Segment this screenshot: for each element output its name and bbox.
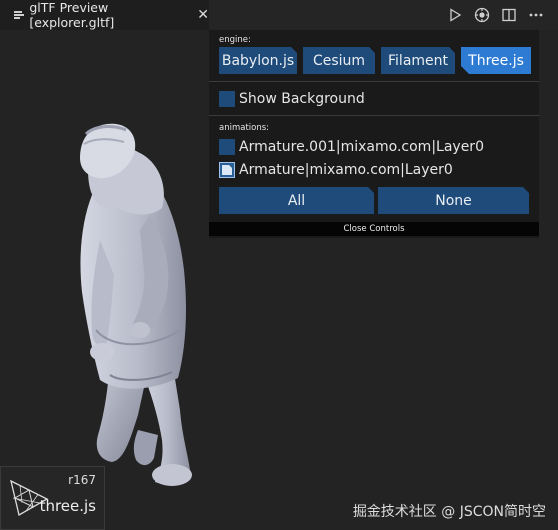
- controls-panel: engine: Babylon.js Cesium Filament Three…: [209, 30, 539, 238]
- play-icon[interactable]: [447, 7, 463, 23]
- tab-gltf-preview[interactable]: glTF Preview [explorer.gltf] ✕: [0, 0, 209, 30]
- animation-item[interactable]: Armature|mixamo.com|Layer0: [219, 162, 453, 178]
- preview-file-icon: [14, 10, 24, 20]
- animation-checkbox[interactable]: [219, 139, 235, 155]
- engine-selector: Babylon.js Cesium Filament Three.js: [219, 47, 531, 74]
- show-background-checkbox[interactable]: [219, 91, 235, 107]
- divider: [209, 81, 539, 82]
- threejs-label: three.js: [39, 497, 96, 515]
- engine-cesium-button[interactable]: Cesium: [303, 47, 375, 74]
- debug-icon[interactable]: [474, 7, 490, 23]
- show-background-toggle[interactable]: Show Background: [219, 91, 365, 107]
- model-viewport[interactable]: engine: Babylon.js Cesium Filament Three…: [0, 30, 558, 530]
- engine-babylon-button[interactable]: Babylon.js: [219, 47, 297, 74]
- engine-filament-button[interactable]: Filament: [381, 47, 455, 74]
- engine-threejs-button[interactable]: Three.js: [461, 47, 531, 74]
- animation-item[interactable]: Armature.001|mixamo.com|Layer0: [219, 139, 484, 155]
- version-label: r167: [68, 473, 96, 487]
- animations-label: animations:: [219, 123, 270, 133]
- animation-label: Armature.001|mixamo.com|Layer0: [239, 139, 484, 155]
- animation-checkbox[interactable]: [219, 162, 235, 178]
- close-icon[interactable]: ✕: [197, 7, 209, 23]
- divider: [209, 115, 539, 116]
- engine-label: engine:: [219, 35, 251, 45]
- show-background-label: Show Background: [239, 91, 365, 107]
- more-icon[interactable]: [528, 7, 544, 23]
- close-controls-button[interactable]: Close Controls: [209, 222, 539, 236]
- tab-title: glTF Preview [explorer.gltf]: [29, 0, 115, 30]
- no-animations-button[interactable]: None: [378, 187, 529, 214]
- animation-label: Armature|mixamo.com|Layer0: [239, 162, 453, 178]
- watermark: 掘金技术社区 @ JSCON简时空: [352, 504, 546, 520]
- all-animations-button[interactable]: All: [219, 187, 374, 214]
- editor-tab-bar: glTF Preview [explorer.gltf] ✕: [0, 0, 558, 30]
- editor-actions: [447, 0, 544, 30]
- split-editor-icon[interactable]: [501, 7, 517, 23]
- threejs-badge: r167 three.js: [0, 466, 105, 530]
